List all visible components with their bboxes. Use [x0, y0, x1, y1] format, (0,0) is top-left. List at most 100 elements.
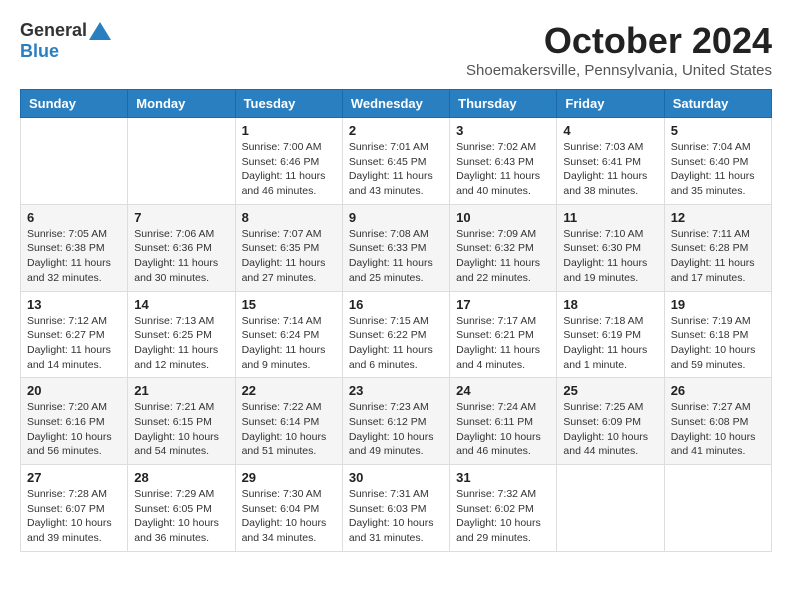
logo-icon [89, 22, 111, 40]
day-number: 11 [563, 210, 657, 225]
day-info: Sunrise: 7:17 AM Sunset: 6:21 PM Dayligh… [456, 314, 550, 373]
day-number: 30 [349, 470, 443, 485]
calendar-cell: 15Sunrise: 7:14 AM Sunset: 6:24 PM Dayli… [235, 291, 342, 378]
calendar-week-5: 27 Sunrise: 7:28 AM Sunset: 6:07 PM Dayli… [21, 465, 772, 552]
day-number: 5 [671, 123, 765, 138]
calendar-cell: 13 Sunrise: 7:12 AM Sunset: 6:27 PM Dayli… [21, 291, 128, 378]
col-wednesday: Wednesday [342, 90, 449, 118]
day-number: 19 [671, 297, 765, 312]
calendar-cell: 1 Sunrise: 7:00 AM Sunset: 6:46 PM Daylig… [235, 118, 342, 205]
calendar-week-4: 20 Sunrise: 7:20 AM Sunset: 6:16 PM Dayli… [21, 378, 772, 465]
calendar-week-2: 6 Sunrise: 7:05 AM Sunset: 6:38 PM Daylig… [21, 204, 772, 291]
day-info: Sunrise: 7:32 AM Sunset: 6:02 PM Dayligh… [456, 487, 550, 546]
day-info: Sunrise: 7:24 AM Sunset: 6:11 PM Dayligh… [456, 400, 550, 459]
calendar-cell: 11 Sunrise: 7:10 AM Sunset: 6:30 PM Dayli… [557, 204, 664, 291]
calendar-table: Sunday Monday Tuesday Wednesday Thursday… [20, 89, 772, 552]
day-number: 17 [456, 297, 550, 312]
calendar-cell: 7 Sunrise: 7:06 AM Sunset: 6:36 PM Daylig… [128, 204, 235, 291]
calendar-cell: 19Sunrise: 7:19 AM Sunset: 6:18 PM Dayli… [664, 291, 771, 378]
day-info: Sunrise: 7:00 AM Sunset: 6:46 PM Dayligh… [242, 140, 336, 199]
calendar-cell: 8 Sunrise: 7:07 AM Sunset: 6:35 PM Daylig… [235, 204, 342, 291]
day-info: Sunrise: 7:31 AM Sunset: 6:03 PM Dayligh… [349, 487, 443, 546]
day-number: 3 [456, 123, 550, 138]
day-number: 27 [27, 470, 121, 485]
calendar-cell: 6 Sunrise: 7:05 AM Sunset: 6:38 PM Daylig… [21, 204, 128, 291]
day-number: 6 [27, 210, 121, 225]
day-info: Sunrise: 7:21 AM Sunset: 6:15 PM Dayligh… [134, 400, 228, 459]
day-info: Sunrise: 7:18 AM Sunset: 6:19 PM Dayligh… [563, 314, 657, 373]
location-subtitle: Shoemakersville, Pennsylvania, United St… [466, 62, 772, 79]
day-number: 28 [134, 470, 228, 485]
col-friday: Friday [557, 90, 664, 118]
day-info: Sunrise: 7:23 AM Sunset: 6:12 PM Dayligh… [349, 400, 443, 459]
calendar-cell: 18Sunrise: 7:18 AM Sunset: 6:19 PM Dayli… [557, 291, 664, 378]
calendar-cell: 2 Sunrise: 7:01 AM Sunset: 6:45 PM Daylig… [342, 118, 449, 205]
day-number: 10 [456, 210, 550, 225]
month-title: October 2024 [466, 20, 772, 62]
day-info: Sunrise: 7:25 AM Sunset: 6:09 PM Dayligh… [563, 400, 657, 459]
day-info: Sunrise: 7:06 AM Sunset: 6:36 PM Dayligh… [134, 227, 228, 286]
page-header: General Blue October 2024 Shoemakersvill… [20, 20, 772, 79]
calendar-cell: 14 Sunrise: 7:13 AM Sunset: 6:25 PM Dayli… [128, 291, 235, 378]
day-number: 14 [134, 297, 228, 312]
day-number: 31 [456, 470, 550, 485]
day-info: Sunrise: 7:20 AM Sunset: 6:16 PM Dayligh… [27, 400, 121, 459]
calendar-cell: 26Sunrise: 7:27 AM Sunset: 6:08 PM Dayli… [664, 378, 771, 465]
calendar-cell: 23 Sunrise: 7:23 AM Sunset: 6:12 PM Dayli… [342, 378, 449, 465]
logo-blue-text: Blue [20, 41, 59, 61]
col-sunday: Sunday [21, 90, 128, 118]
calendar-cell: 20 Sunrise: 7:20 AM Sunset: 6:16 PM Dayli… [21, 378, 128, 465]
calendar-cell: 28 Sunrise: 7:29 AM Sunset: 6:05 PM Dayli… [128, 465, 235, 552]
day-info: Sunrise: 7:22 AM Sunset: 6:14 PM Dayligh… [242, 400, 336, 459]
day-info: Sunrise: 7:27 AM Sunset: 6:08 PM Dayligh… [671, 400, 765, 459]
calendar-week-3: 13 Sunrise: 7:12 AM Sunset: 6:27 PM Dayli… [21, 291, 772, 378]
day-number: 21 [134, 383, 228, 398]
day-info: Sunrise: 7:13 AM Sunset: 6:25 PM Dayligh… [134, 314, 228, 373]
col-saturday: Saturday [664, 90, 771, 118]
col-tuesday: Tuesday [235, 90, 342, 118]
day-info: Sunrise: 7:30 AM Sunset: 6:04 PM Dayligh… [242, 487, 336, 546]
day-info: Sunrise: 7:02 AM Sunset: 6:43 PM Dayligh… [456, 140, 550, 199]
calendar-cell [557, 465, 664, 552]
calendar-cell: 24Sunrise: 7:24 AM Sunset: 6:11 PM Dayli… [450, 378, 557, 465]
day-number: 16 [349, 297, 443, 312]
day-number: 15 [242, 297, 336, 312]
day-number: 13 [27, 297, 121, 312]
day-number: 2 [349, 123, 443, 138]
day-number: 7 [134, 210, 228, 225]
calendar-cell: 5 Sunrise: 7:04 AM Sunset: 6:40 PM Daylig… [664, 118, 771, 205]
calendar-cell: 27 Sunrise: 7:28 AM Sunset: 6:07 PM Dayli… [21, 465, 128, 552]
day-number: 20 [27, 383, 121, 398]
calendar-cell: 25Sunrise: 7:25 AM Sunset: 6:09 PM Dayli… [557, 378, 664, 465]
calendar-cell: 22 Sunrise: 7:22 AM Sunset: 6:14 PM Dayli… [235, 378, 342, 465]
day-number: 29 [242, 470, 336, 485]
day-number: 8 [242, 210, 336, 225]
day-number: 22 [242, 383, 336, 398]
logo: General Blue [20, 20, 111, 62]
calendar-cell [664, 465, 771, 552]
col-monday: Monday [128, 90, 235, 118]
day-info: Sunrise: 7:07 AM Sunset: 6:35 PM Dayligh… [242, 227, 336, 286]
calendar-header-row: Sunday Monday Tuesday Wednesday Thursday… [21, 90, 772, 118]
calendar-cell: 16Sunrise: 7:15 AM Sunset: 6:22 PM Dayli… [342, 291, 449, 378]
day-number: 1 [242, 123, 336, 138]
day-info: Sunrise: 7:05 AM Sunset: 6:38 PM Dayligh… [27, 227, 121, 286]
day-number: 23 [349, 383, 443, 398]
day-info: Sunrise: 7:04 AM Sunset: 6:40 PM Dayligh… [671, 140, 765, 199]
day-info: Sunrise: 7:03 AM Sunset: 6:41 PM Dayligh… [563, 140, 657, 199]
day-number: 12 [671, 210, 765, 225]
calendar-cell: 31 Sunrise: 7:32 AM Sunset: 6:02 PM Dayli… [450, 465, 557, 552]
day-info: Sunrise: 7:29 AM Sunset: 6:05 PM Dayligh… [134, 487, 228, 546]
calendar-week-1: 1 Sunrise: 7:00 AM Sunset: 6:46 PM Daylig… [21, 118, 772, 205]
calendar-cell [21, 118, 128, 205]
day-info: Sunrise: 7:12 AM Sunset: 6:27 PM Dayligh… [27, 314, 121, 373]
logo-general-text: General [20, 20, 87, 41]
day-info: Sunrise: 7:28 AM Sunset: 6:07 PM Dayligh… [27, 487, 121, 546]
day-info: Sunrise: 7:10 AM Sunset: 6:30 PM Dayligh… [563, 227, 657, 286]
col-thursday: Thursday [450, 90, 557, 118]
day-info: Sunrise: 7:11 AM Sunset: 6:28 PM Dayligh… [671, 227, 765, 286]
day-info: Sunrise: 7:09 AM Sunset: 6:32 PM Dayligh… [456, 227, 550, 286]
day-number: 4 [563, 123, 657, 138]
calendar-cell [128, 118, 235, 205]
day-info: Sunrise: 7:01 AM Sunset: 6:45 PM Dayligh… [349, 140, 443, 199]
